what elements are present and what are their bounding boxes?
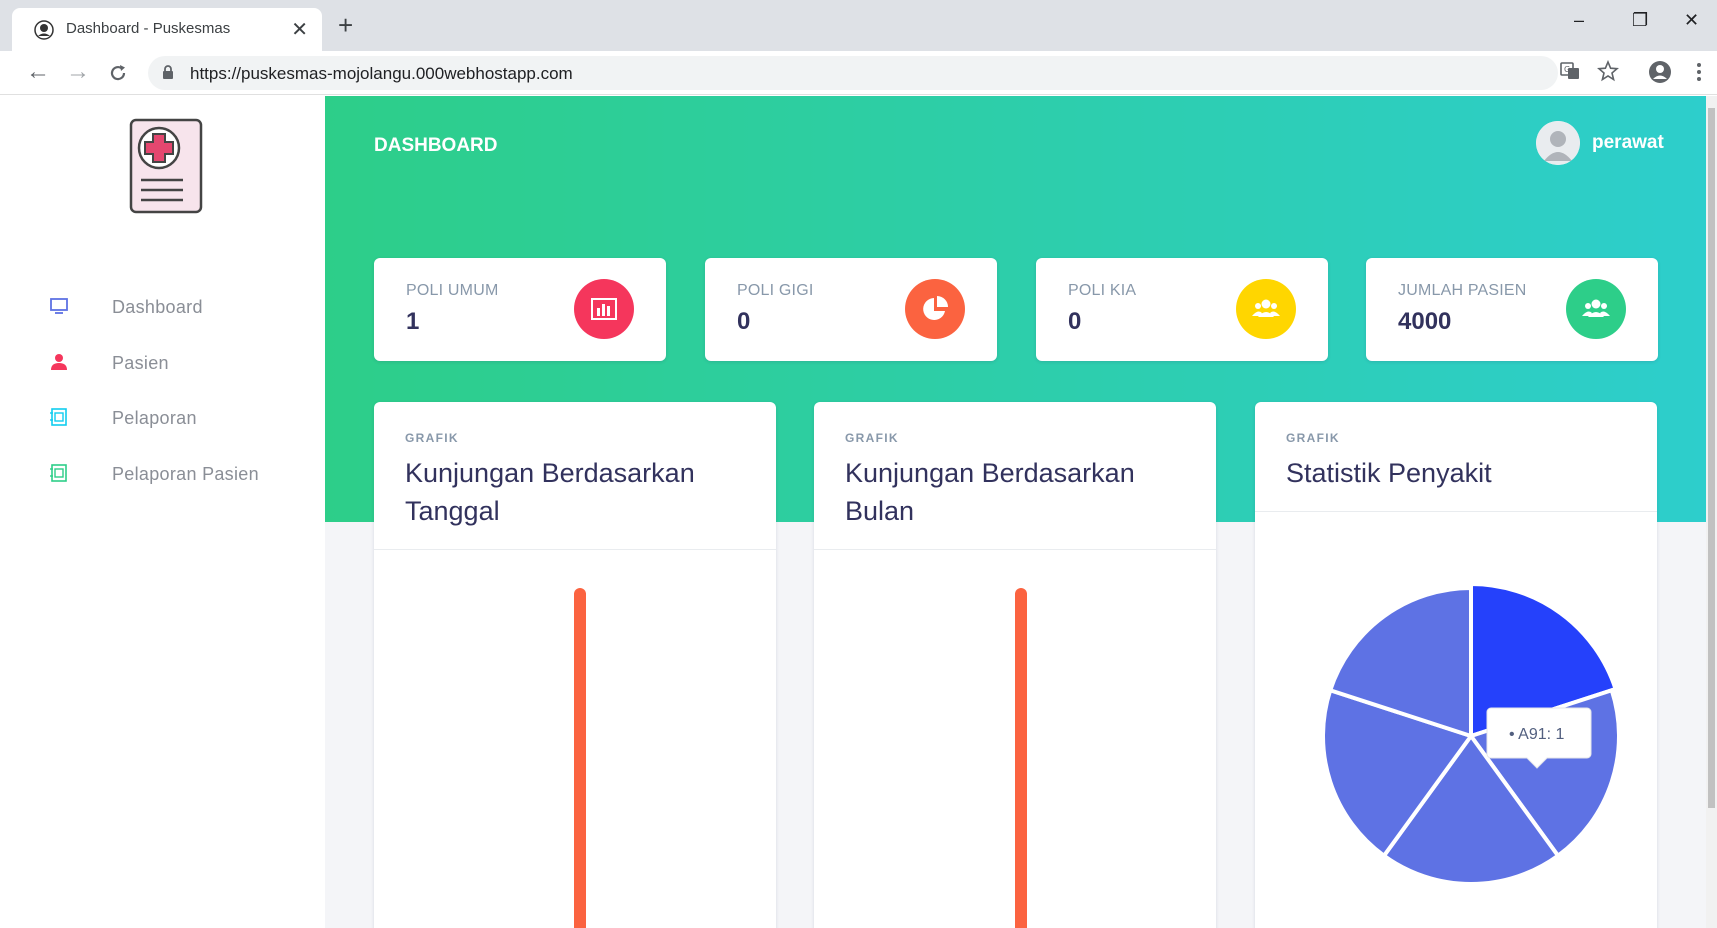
sidebar-item-label: Dashboard — [112, 297, 203, 317]
sidebar-item-pelaporan[interactable]: Pelaporan — [36, 402, 306, 432]
stat-value: 1 — [406, 308, 420, 335]
user-icon — [51, 354, 67, 370]
stat-label: POLI GIGI — [737, 282, 814, 299]
stat-label: POLI KIA — [1068, 282, 1137, 299]
main-content: DASHBOARD perawat POLI UMUM 1 POLI GIGI … — [325, 96, 1708, 928]
report-icon — [50, 408, 67, 426]
users-icon — [1582, 299, 1610, 317]
svg-text:G: G — [1564, 65, 1570, 74]
url-text: https://puskesmas-mojolangu.000webhostap… — [190, 64, 573, 83]
sidebar-item-dashboard[interactable]: Dashboard — [36, 291, 306, 321]
forward-arrow-icon[interactable]: → — [66, 59, 90, 85]
reload-icon[interactable] — [108, 63, 128, 83]
avatar — [1536, 121, 1580, 165]
user-menu[interactable]: perawat — [1536, 121, 1664, 165]
stat-card-poli-kia: POLI KIA 0 — [1036, 258, 1328, 361]
chart-card-penyakit: GRAFIK Statistik Penyakit • A91: 1 — [1255, 402, 1657, 928]
stat-value: 4000 — [1398, 308, 1452, 335]
chart-title: Kunjungan Berdasarkan Tanggal — [405, 458, 695, 526]
chart-card-bulan: GRAFIK Kunjungan Berdasarkan Bulan — [814, 402, 1216, 928]
new-tab-button[interactable]: + — [338, 12, 353, 38]
stat-icon-circle — [574, 279, 634, 339]
page-title: DASHBOARD — [374, 135, 498, 156]
stat-icon-circle — [1566, 279, 1626, 339]
sidebar-item-label: Pelaporan — [112, 408, 197, 428]
users-icon — [1252, 299, 1280, 317]
chart-bar[interactable] — [1015, 588, 1027, 928]
stat-card-poli-gigi: POLI GIGI 0 — [705, 258, 997, 361]
pie-chart: • A91: 1 — [1321, 581, 1621, 886]
chart-header: GRAFIK Kunjungan Berdasarkan Bulan — [814, 402, 1216, 550]
sidebar: Dashboard Pasien Pelaporan Pelaporan Pas… — [11, 96, 325, 928]
avatar-icon — [1536, 121, 1580, 165]
pie-chart-icon — [923, 296, 948, 320]
browser-toolbar: ← → https://puskesmas-mojolangu.000webho… — [0, 51, 1717, 95]
chart-subtitle: GRAFIK — [405, 431, 459, 445]
stat-icon-circle — [905, 279, 965, 339]
close-window-button[interactable]: ✕ — [1684, 10, 1699, 31]
chart-bar[interactable] — [574, 588, 586, 928]
tab-close-button[interactable]: ✕ — [291, 17, 308, 42]
menu-kebab-icon[interactable] — [1695, 60, 1703, 84]
sidebar-item-pelaporan-pasien[interactable]: Pelaporan Pasien — [36, 458, 306, 488]
chart-card-tanggal: GRAFIK Kunjungan Berdasarkan Tanggal — [374, 402, 776, 928]
back-arrow-icon[interactable]: ← — [26, 59, 50, 85]
stat-icon-circle — [1236, 279, 1296, 339]
stat-label: JUMLAH PASIEN — [1398, 282, 1527, 299]
page-scrollbar[interactable] — [1706, 96, 1717, 928]
translate-icon[interactable]: G — [1559, 60, 1581, 82]
scrollbar-thumb[interactable] — [1708, 108, 1715, 808]
bar-chart-icon — [591, 298, 617, 320]
sidebar-item-label: Pasien — [112, 353, 169, 373]
minimize-button[interactable]: – — [1574, 10, 1584, 31]
chart-title: Kunjungan Berdasarkan Bulan — [845, 458, 1135, 526]
address-bar[interactable]: https://puskesmas-mojolangu.000webhostap… — [148, 56, 1558, 90]
restore-button[interactable]: ❐ — [1632, 10, 1648, 31]
sidebar-item-pasien[interactable]: Pasien — [36, 347, 306, 377]
profile-icon[interactable] — [1648, 60, 1672, 84]
stat-value: 0 — [737, 308, 751, 335]
tab-title: Dashboard - Puskesmas — [66, 20, 231, 37]
clinic-logo-icon — [129, 118, 203, 214]
browser-tab-strip: Dashboard - Puskesmas ✕ + – ❐ ✕ — [0, 0, 1717, 51]
stat-value: 0 — [1068, 308, 1082, 335]
favicon-icon — [34, 20, 54, 40]
chart-title: Statistik Penyakit — [1286, 458, 1492, 488]
stat-card-jumlah-pasien: JUMLAH PASIEN 4000 — [1366, 258, 1658, 361]
pie-tooltip-text: • A91: 1 — [1509, 726, 1565, 743]
bookmark-star-icon[interactable] — [1597, 60, 1619, 82]
chart-subtitle: GRAFIK — [845, 431, 899, 445]
chart-header: GRAFIK Statistik Penyakit — [1255, 402, 1657, 512]
report-icon — [50, 464, 67, 482]
browser-tab[interactable]: Dashboard - Puskesmas ✕ — [12, 8, 322, 51]
lock-icon — [163, 65, 173, 79]
sidebar-item-label: Pelaporan Pasien — [112, 464, 259, 484]
stat-label: POLI UMUM — [406, 282, 499, 299]
chart-subtitle: GRAFIK — [1286, 431, 1340, 445]
user-name: perawat — [1592, 132, 1664, 153]
monitor-icon — [50, 298, 68, 314]
stat-card-poli-umum: POLI UMUM 1 — [374, 258, 666, 361]
chart-header: GRAFIK Kunjungan Berdasarkan Tanggal — [374, 402, 776, 550]
